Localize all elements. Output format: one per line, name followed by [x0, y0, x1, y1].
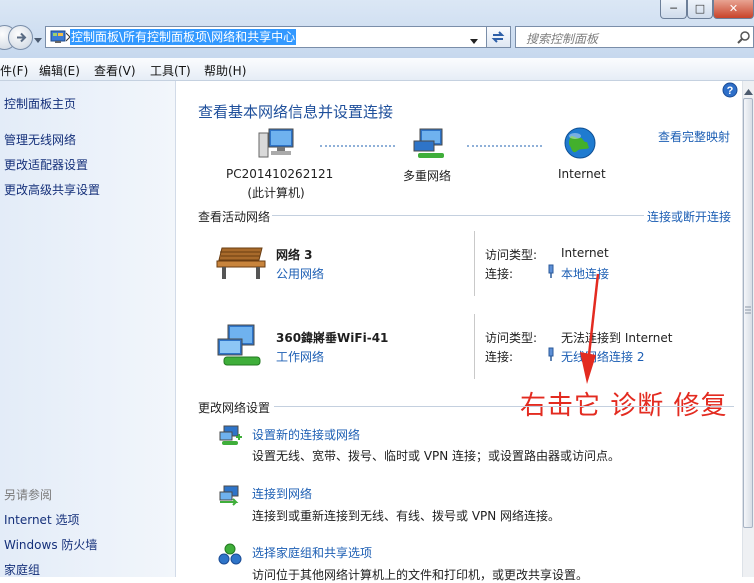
scroll-grip-icon — [745, 303, 751, 317]
menu-tools[interactable]: 工具(T) — [150, 62, 191, 79]
task-connect-network-desc: 连接到或重新连接到无线、有线、拨号或 VPN 网络连接。 — [252, 509, 561, 523]
map-connector-2 — [467, 145, 542, 147]
connect-network-icon — [218, 484, 242, 509]
sidebar-item-internet-options[interactable]: Internet 选项 — [4, 511, 79, 528]
computer-subtitle: (此计算机) — [247, 186, 305, 200]
menu-help[interactable]: 帮助(H) — [204, 62, 246, 79]
network-2-type-link[interactable]: 工作网络 — [276, 348, 324, 365]
annotation-text: 右击它 诊断 修复 — [520, 391, 728, 421]
network-1-connection-label: 连接: — [485, 267, 514, 281]
map-connector-1 — [320, 145, 395, 147]
menu-edit[interactable]: 编辑(E) — [39, 62, 80, 79]
minimize-button[interactable]: ─ — [660, 0, 687, 19]
chevron-down-icon — [34, 38, 42, 43]
sidebar-item-adapter-settings[interactable]: 更改适配器设置 — [4, 156, 88, 173]
computer-name: PC201410262121 — [226, 167, 334, 181]
search-placeholder: 搜索控制面板 — [526, 32, 599, 46]
network-2-name: 360鍏嶈垂WiFi-41 — [276, 331, 389, 345]
page-title: 查看基本网络信息并设置连接 — [198, 103, 394, 121]
divider — [474, 314, 475, 379]
network-1-name: 网络 3 — [276, 248, 313, 262]
ethernet-icon — [545, 264, 557, 281]
divider — [274, 406, 734, 407]
task-homegroup-desc: 访问位于其他网络计算机上的文件和打印机，或更改共享设置。 — [252, 568, 589, 582]
maximize-button[interactable]: □ — [687, 0, 713, 19]
multiple-networks-label: 多重网络 — [403, 169, 452, 183]
view-full-map-link[interactable]: 查看完整映射 — [658, 128, 730, 145]
network-2-access-label: 访问类型: — [485, 331, 538, 345]
new-connection-icon — [218, 424, 242, 449]
multiple-networks-icon[interactable] — [410, 127, 450, 164]
see-also-heading: 另请参阅 — [4, 488, 53, 502]
recent-pages-dropdown[interactable] — [34, 33, 42, 47]
change-settings-heading: 更改网络设置 — [198, 401, 271, 415]
globe-icon[interactable] — [563, 126, 597, 163]
task-new-connection-link[interactable]: 设置新的连接或网络 — [252, 426, 360, 443]
connect-disconnect-link[interactable]: 连接或断开连接 — [647, 208, 731, 225]
menu-file[interactable]: 件(F) — [0, 62, 28, 79]
computer-icon[interactable] — [257, 127, 297, 164]
divider — [474, 231, 475, 296]
sidebar-item-advanced-sharing[interactable]: 更改高级共享设置 — [4, 181, 100, 198]
task-connect-network-link[interactable]: 连接到网络 — [252, 485, 312, 502]
network-1-access-label: 访问类型: — [485, 248, 538, 262]
work-network-icon — [216, 323, 266, 372]
task-homegroup-link[interactable]: 选择家庭组和共享选项 — [252, 544, 372, 561]
task-new-connection-desc: 设置无线、宽带、拨号、临时或 VPN 连接；或设置路由器或访问点。 — [252, 449, 621, 463]
homegroup-icon — [218, 543, 242, 568]
chevron-down-icon — [470, 39, 478, 44]
search-icon[interactable] — [737, 30, 751, 47]
address-dropdown[interactable] — [470, 34, 478, 48]
network-1-access-value: Internet — [561, 246, 609, 260]
scroll-up-arrow-icon[interactable] — [744, 84, 753, 98]
forward-button[interactable] — [8, 25, 33, 50]
sidebar-item-home[interactable]: 控制面板主页 — [4, 95, 76, 112]
wireless-signal-icon — [545, 347, 557, 364]
sidebar-item-homegroup[interactable]: 家庭组 — [4, 561, 40, 578]
active-networks-heading: 查看活动网络 — [198, 210, 271, 224]
sidebar-item-firewall[interactable]: Windows 防火墙 — [4, 536, 97, 553]
address-path[interactable]: 控制面板\所有控制面板项\网络和共享中心 — [70, 29, 297, 45]
refresh-button[interactable] — [487, 26, 511, 48]
close-button[interactable]: ✕ — [713, 0, 754, 19]
control-panel-icon — [50, 29, 66, 48]
sidebar-item-manage-wireless[interactable]: 管理无线网络 — [4, 131, 76, 148]
bench-icon — [216, 244, 266, 285]
divider — [272, 215, 644, 216]
menu-view[interactable]: 查看(V) — [94, 62, 136, 79]
network-2-connection-label: 连接: — [485, 350, 514, 364]
internet-label: Internet — [558, 167, 606, 181]
svg-text:?: ? — [727, 85, 734, 97]
help-icon[interactable]: ? — [722, 82, 738, 101]
refresh-icon — [491, 31, 505, 43]
network-1-type-link[interactable]: 公用网络 — [276, 265, 324, 282]
forward-arrow-icon — [17, 32, 27, 43]
red-arrow-annotation — [580, 273, 600, 384]
